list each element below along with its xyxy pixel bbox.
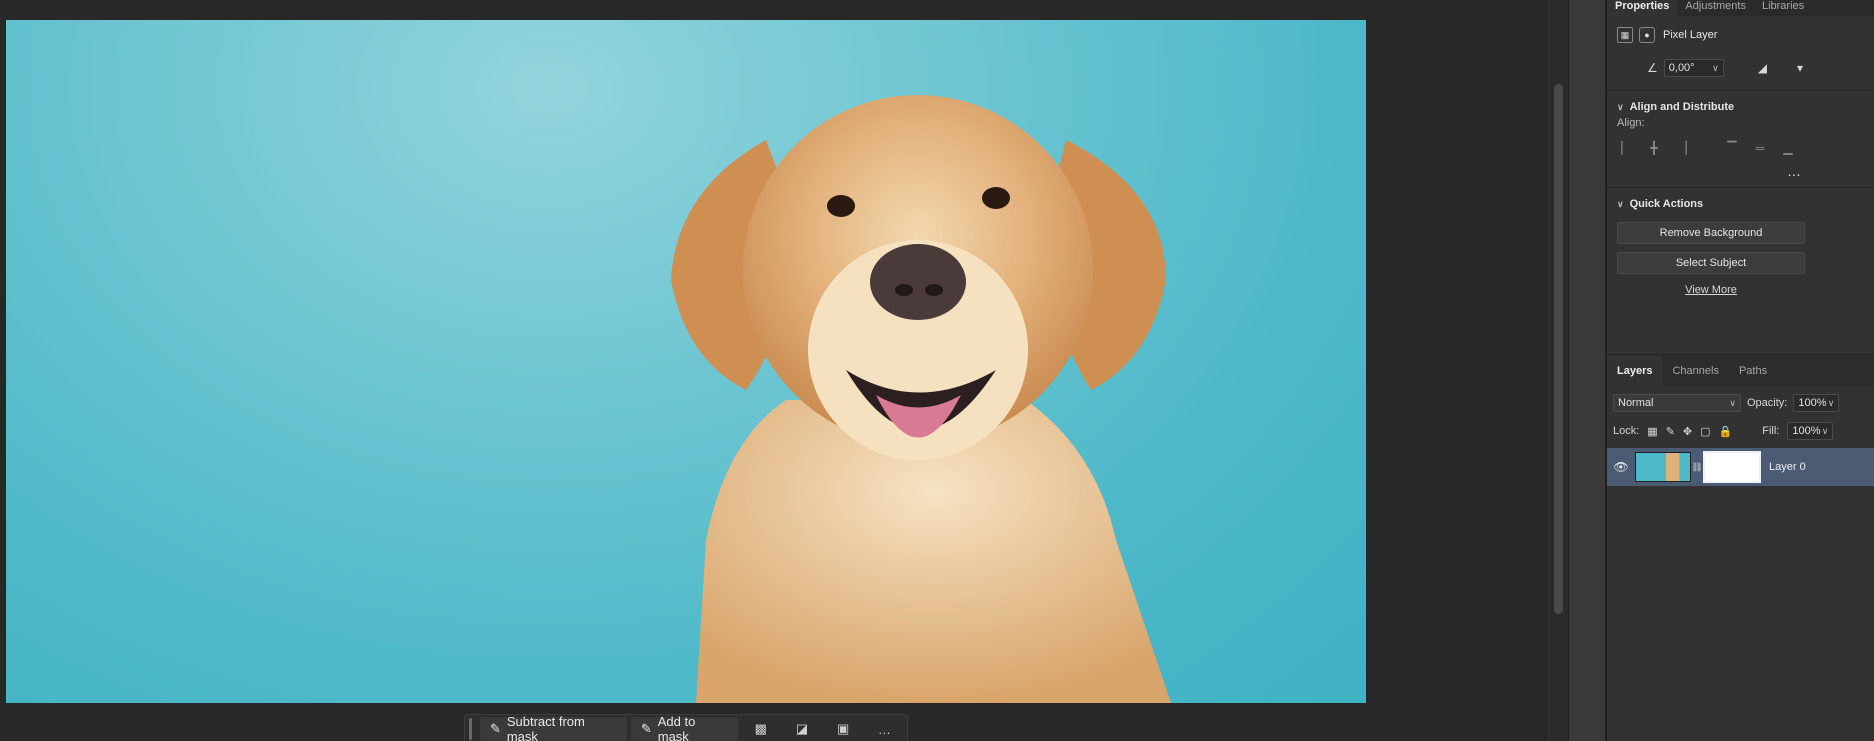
flip-vertical-icon[interactable]: ▾ (1797, 61, 1803, 75)
angle-icon: ∠ (1647, 61, 1658, 75)
align-bottom-icon[interactable]: ▁ (1779, 139, 1797, 157)
blend-mode-value: Normal (1618, 397, 1654, 409)
subtract-from-mask-button[interactable]: ✎ Subtract from mask (479, 714, 627, 741)
visibility-eye-icon[interactable]: 👁 (1607, 460, 1635, 474)
blend-opacity-row: Normal ∨ Opacity: 100% ∨ (1613, 394, 1840, 412)
tab-properties[interactable]: Properties (1607, 0, 1678, 16)
refine-mask-icon[interactable]: ▩ (742, 717, 779, 741)
align-buttons-row: ▏ ╋ ▕ ▔ ═ ▁ (1607, 133, 1874, 163)
layer-name[interactable]: Layer 0 (1769, 461, 1806, 473)
layers-tab-row: Layers Channels Paths (1607, 354, 1874, 386)
angle-value: 0,00° (1668, 62, 1695, 74)
mask-link-icon[interactable]: ⛓ (1691, 462, 1703, 473)
contextual-task-bar: ✎ Subtract from mask ✎ Add to mask ▩ ◪ ▣… (464, 714, 908, 741)
align-middle-v-icon[interactable]: ═ (1751, 139, 1769, 157)
chevron-down-icon: ∨ (1617, 198, 1624, 209)
opacity-value: 100% (1798, 397, 1827, 409)
lock-label: Lock: (1613, 425, 1640, 437)
vertical-scrollbar[interactable] (1548, 0, 1568, 741)
divider (1607, 187, 1874, 188)
fill-label: Fill: (1762, 425, 1780, 437)
add-to-mask-label: Add to mask (657, 714, 696, 741)
more-align-options-icon[interactable]: … (1607, 163, 1801, 183)
tab-layers[interactable]: Layers (1607, 355, 1663, 386)
chevron-down-icon: ∨ (1712, 62, 1719, 73)
align-label: Align: (1617, 117, 1645, 129)
panel-gutter (1568, 0, 1606, 741)
select-subject-button[interactable]: Select Subject (1617, 252, 1805, 274)
lock-position-icon[interactable]: ✥ (1683, 425, 1692, 438)
invert-mask-icon[interactable]: ◪ (783, 717, 820, 741)
photoshop-window: ✎ Subtract from mask ✎ Add to mask ▩ ◪ ▣… (0, 0, 1874, 741)
tab-libraries[interactable]: Libraries (1754, 0, 1812, 16)
opacity-field[interactable]: 100% ∨ (1793, 394, 1840, 412)
lock-transparent-pixels-icon[interactable]: ▦ (1647, 425, 1657, 438)
align-distribute-header[interactable]: ∨ Align and Distribute (1607, 97, 1874, 117)
drag-handle[interactable] (469, 718, 472, 740)
layer-thumbnail[interactable] (1635, 452, 1691, 482)
golden-retriever-photo (671, 95, 1171, 703)
layer-row[interactable]: 👁 ⛓ Layer 0 (1607, 448, 1874, 486)
layer-kind-label: Pixel Layer (1663, 29, 1718, 41)
brush-minus-icon: ✎ (489, 721, 501, 736)
canvas-area[interactable]: ✎ Subtract from mask ✎ Add to mask ▩ ◪ ▣… (0, 0, 1548, 741)
view-more-link[interactable]: View More (1617, 284, 1805, 296)
subtract-from-mask-label: Subtract from mask (506, 714, 585, 741)
chevron-down-icon: ∨ (1617, 101, 1624, 112)
align-right-icon[interactable]: ▕ (1673, 139, 1691, 157)
quick-actions-header[interactable]: ∨ Quick Actions (1607, 194, 1874, 214)
align-top-icon[interactable]: ▔ (1723, 139, 1741, 157)
angle-field[interactable]: 0,00° ∨ (1663, 59, 1724, 77)
mask-icon[interactable]: ● (1639, 27, 1655, 43)
transform-row: ∠ 0,00° ∨ ◢ ▾ (1607, 54, 1874, 82)
pixel-layer-icon: ▦ (1617, 27, 1633, 43)
opacity-label: Opacity: (1747, 397, 1788, 409)
scrollbar-thumb[interactable] (1554, 84, 1563, 614)
remove-background-button[interactable]: Remove Background (1617, 222, 1805, 244)
quick-actions-title: Quick Actions (1629, 198, 1704, 210)
lock-image-pixels-icon[interactable]: ✎ (1666, 425, 1675, 438)
document-canvas-image[interactable] (6, 20, 1366, 703)
align-left-icon[interactable]: ▏ (1617, 139, 1635, 157)
lock-fill-row: Lock: ▦ ✎ ✥ ▢ 🔒 Fill: 100% ∨ (1613, 422, 1834, 440)
align-center-h-icon[interactable]: ╋ (1645, 139, 1663, 157)
blend-mode-select[interactable]: Normal ∨ (1613, 394, 1741, 412)
brush-plus-icon: ✎ (640, 721, 652, 736)
fill-value: 100% (1792, 425, 1821, 437)
more-options-icon[interactable]: … (866, 717, 903, 741)
lock-all-icon[interactable]: 🔒 (1719, 425, 1733, 438)
flip-horizontal-icon[interactable]: ◢ (1758, 61, 1767, 75)
tab-channels[interactable]: Channels (1662, 355, 1728, 386)
fill-mask-icon[interactable]: ▣ (825, 717, 862, 741)
layer-mask-thumbnail[interactable] (1703, 451, 1761, 483)
tab-adjustments[interactable]: Adjustments (1677, 0, 1754, 16)
add-to-mask-button[interactable]: ✎ Add to mask (630, 714, 739, 741)
layer-kind-row: ▦ ● Pixel Layer (1607, 16, 1874, 54)
right-panel: Properties Adjustments Libraries ▦ ● Pix… (1606, 0, 1874, 741)
properties-tab-row: Properties Adjustments Libraries (1607, 0, 1874, 16)
tab-paths[interactable]: Paths (1729, 355, 1777, 386)
divider (1607, 90, 1874, 91)
fill-field[interactable]: 100% ∨ (1787, 422, 1834, 440)
chevron-down-icon: ∨ (1827, 397, 1835, 408)
chevron-down-icon: ∨ (1729, 397, 1736, 408)
align-distribute-title: Align and Distribute (1629, 101, 1735, 113)
lock-artboard-icon[interactable]: ▢ (1700, 425, 1710, 438)
chevron-down-icon: ∨ (1821, 425, 1829, 436)
